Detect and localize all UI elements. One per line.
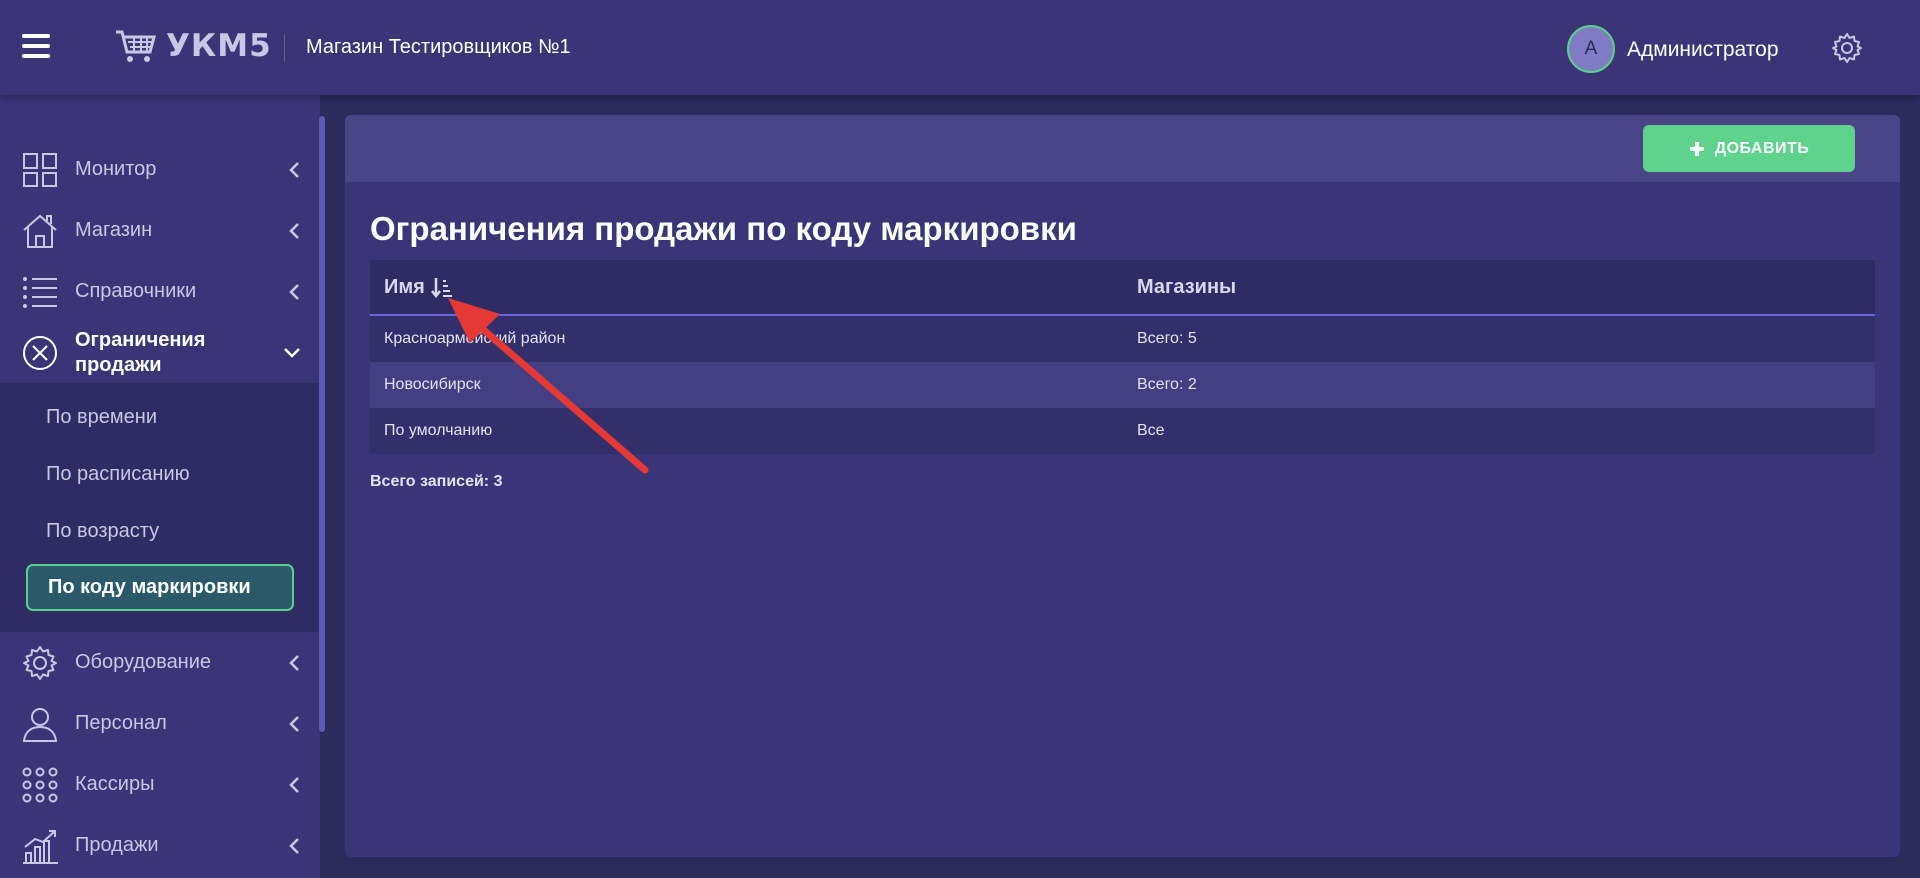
cart-icon <box>116 30 156 62</box>
table-body: Красноармейский район Всего: 5 Новосибир… <box>370 316 1875 454</box>
main-panel: ДОБАВИТЬ Ограничения продажи по коду мар… <box>345 115 1900 857</box>
monitor-grid-icon <box>23 153 57 187</box>
sidebar-item-equipment[interactable]: Оборудование <box>0 632 320 693</box>
sidebar-item-cashiers[interactable]: Кассиры <box>0 754 320 815</box>
chevron-left-icon <box>289 715 299 732</box>
x-circle-icon <box>23 336 57 370</box>
chevron-left-icon <box>289 283 299 300</box>
logo-text: УКМ5 <box>166 28 272 64</box>
sidebar-item-label: Персонал <box>75 712 167 734</box>
column-header-stores[interactable]: Магазины <box>1137 276 1236 299</box>
gear-icon <box>23 646 57 680</box>
sidebar-item-references[interactable]: Справочники <box>0 261 320 322</box>
dots-grid-icon <box>22 767 58 803</box>
cell-name: По умолчанию <box>384 422 493 439</box>
column-header-name[interactable]: Имя <box>384 276 453 299</box>
sidebar-item-label: Оборудование <box>75 651 212 673</box>
toolbar: ДОБАВИТЬ <box>345 115 1900 182</box>
sidebar-item-label: Магазин <box>75 219 153 241</box>
chevron-left-icon <box>289 837 299 854</box>
chevron-left-icon <box>289 654 299 671</box>
chevron-down-icon <box>284 347 300 358</box>
settings-gear-icon[interactable] <box>1830 31 1864 65</box>
sidebar-scrollbar[interactable] <box>319 116 325 732</box>
sidebar: Монитор Магазин Справочники Ограничения … <box>0 95 320 878</box>
plus-icon <box>1689 141 1704 156</box>
user-name[interactable]: Администратор <box>1627 38 1779 62</box>
person-icon <box>22 708 58 742</box>
sidebar-item-label: Кассиры <box>75 773 155 795</box>
sort-ascending-icon[interactable] <box>430 276 453 298</box>
sidebar-item-monitor[interactable]: Монитор <box>0 139 320 200</box>
list-icon <box>23 277 57 308</box>
sidebar-item-sales[interactable]: Продажи <box>0 815 320 876</box>
cell-stores: Все <box>1137 422 1165 439</box>
logo[interactable]: УКМ5 <box>114 28 272 64</box>
sidebar-item-label: Справочники <box>75 280 197 302</box>
cell-stores: Всего: 5 <box>1137 330 1197 347</box>
sidebar-item-staff[interactable]: Персонал <box>0 693 320 754</box>
page-title: Ограничения продажи по коду маркировки <box>370 210 1077 247</box>
chevron-left-icon <box>289 776 299 793</box>
chevron-left-icon <box>289 161 299 178</box>
submenu-item-by-age[interactable]: По возрасту <box>26 508 294 555</box>
menu-icon[interactable] <box>22 34 50 60</box>
add-button-label: ДОБАВИТЬ <box>1714 139 1810 157</box>
table-row[interactable]: По умолчанию Все <box>370 408 1875 454</box>
submenu-item-by-time[interactable]: По времени <box>26 394 294 441</box>
chart-icon <box>23 830 58 864</box>
top-header: УКМ5 Магазин Тестировщиков №1 А Админист… <box>0 0 1920 95</box>
cell-name: Красноармейский район <box>384 330 566 347</box>
submenu-item-by-schedule[interactable]: По расписанию <box>26 451 294 498</box>
column-header-label: Имя <box>384 275 425 298</box>
table-header: Имя Магазины <box>370 260 1875 316</box>
chevron-left-icon <box>289 222 299 239</box>
submenu-item-by-marking-code[interactable]: По коду маркировки <box>26 564 294 611</box>
sale-restrictions-submenu: По времени По расписанию По возрасту По … <box>0 383 320 632</box>
cell-name: Новосибирск <box>384 376 481 393</box>
sidebar-item-label: Продажи <box>75 834 159 856</box>
sidebar-item-sale-restrictions[interactable]: Ограничения продажи <box>0 322 320 383</box>
avatar[interactable]: А <box>1567 25 1615 73</box>
restrictions-table: Имя Магазины Красноармейский район Всего… <box>370 260 1875 454</box>
home-icon <box>23 214 57 248</box>
total-records: Всего записей: 3 <box>370 473 503 490</box>
cell-stores: Всего: 2 <box>1137 376 1197 393</box>
table-row[interactable]: Красноармейский район Всего: 5 <box>370 316 1875 362</box>
sidebar-item-label: Ограничения продажи <box>75 328 206 376</box>
sidebar-item-store[interactable]: Магазин <box>0 200 320 261</box>
add-button[interactable]: ДОБАВИТЬ <box>1643 125 1855 172</box>
table-row[interactable]: Новосибирск Всего: 2 <box>370 362 1875 408</box>
header-divider <box>284 34 285 62</box>
store-name[interactable]: Магазин Тестировщиков №1 <box>306 36 571 59</box>
sidebar-item-label: Монитор <box>75 158 157 180</box>
